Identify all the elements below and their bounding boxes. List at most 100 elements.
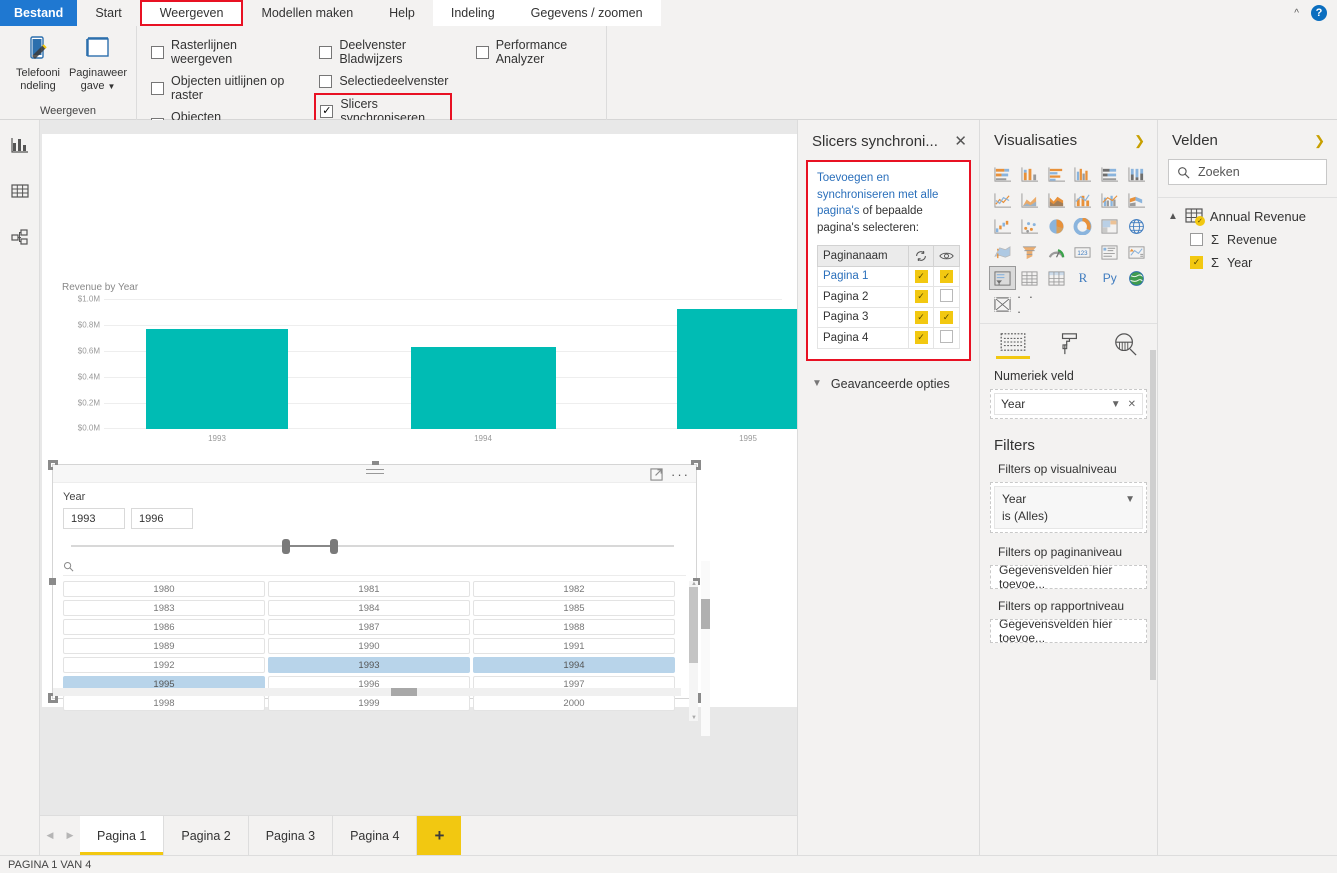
year-cell-1993[interactable]: 1993 (268, 657, 470, 673)
year-cell-2000[interactable]: 2000 (473, 695, 675, 711)
scrollbar-thumb[interactable] (391, 688, 417, 696)
year-cell-1998[interactable]: 1998 (63, 695, 265, 711)
visible-checkbox-3[interactable]: ✓ (934, 307, 960, 327)
chevron-down-icon[interactable]: ▼ (1111, 399, 1121, 410)
checkbox-box[interactable] (151, 82, 164, 95)
tab-bestand[interactable]: Bestand (0, 0, 77, 26)
checkbox-performance-analyzer[interactable]: Performance Analyzer (476, 38, 598, 66)
checkbox-objecten-uitlijnen-op-raster[interactable]: Objecten uitlijnen op raster (151, 74, 295, 102)
checkbox-rasterlijnen-weergeven[interactable]: Rasterlijnen weergeven (151, 38, 295, 66)
year-cell-1989[interactable]: 1989 (63, 638, 265, 654)
kpi-icon[interactable] (1124, 241, 1149, 263)
checkbox-selectiedeelvenster[interactable]: Selectiedeelvenster (319, 74, 451, 88)
table-icon[interactable] (1017, 267, 1042, 289)
report-view-icon[interactable] (5, 130, 35, 160)
close-icon[interactable]: ✕ (1128, 399, 1136, 410)
stacked-bar-chart-icon[interactable] (990, 163, 1015, 185)
arcgis-map-icon[interactable] (1124, 267, 1149, 289)
tab-modellen-maken[interactable]: Modellen maken (243, 0, 371, 26)
slicer-range-min-input[interactable]: 1993 (63, 508, 125, 529)
field-well[interactable]: Year ▼ ✕ (990, 389, 1147, 419)
bar-1995[interactable] (677, 309, 797, 429)
tab-analytics[interactable] (1108, 332, 1142, 359)
year-cell-1984[interactable]: 1984 (268, 600, 470, 616)
100-stacked-bar-chart-icon[interactable] (1097, 163, 1122, 185)
clustered-bar-chart-icon[interactable] (1044, 163, 1069, 185)
drag-handle-icon[interactable] (366, 469, 384, 477)
sync-checkbox-2[interactable]: ✓ (909, 286, 934, 307)
clustered-column-chart-icon[interactable] (1071, 163, 1096, 185)
waterfall-chart-icon[interactable] (990, 215, 1015, 237)
ribbon-chart-icon[interactable] (1124, 189, 1149, 211)
revenue-by-year-chart[interactable]: Revenue by Year $1.0M $0.8M $0.6M $0.4M … (62, 282, 782, 437)
multi-row-card-icon[interactable] (1097, 241, 1122, 263)
sync-checkbox-1[interactable]: ✓ (909, 266, 934, 286)
page-tab-pagina-1[interactable]: Pagina 1 (80, 816, 164, 855)
checkbox-box[interactable] (319, 75, 332, 88)
slicer-horizontal-scrollbar[interactable] (53, 688, 681, 696)
chevron-up-icon[interactable]: ^ (1294, 8, 1299, 19)
map-icon[interactable] (1124, 215, 1149, 237)
page-level-filter-dropzone[interactable]: Gegevensvelden hier toevoe... (990, 565, 1147, 589)
tab-weergeven[interactable]: Weergeven (140, 0, 244, 26)
chevron-right-icon[interactable]: ❯ (1314, 133, 1325, 149)
add-page-button[interactable]: + (417, 816, 461, 855)
gauge-icon[interactable] (1044, 241, 1069, 263)
prev-page-icon[interactable]: ◀ (40, 816, 60, 855)
data-view-icon[interactable] (5, 176, 35, 206)
year-cell-1988[interactable]: 1988 (473, 619, 675, 635)
phone-layout-button[interactable]: Telefoonindeling (8, 30, 68, 92)
visible-checkbox-4[interactable] (934, 327, 960, 348)
more-options-icon[interactable]: ··· (671, 467, 690, 482)
help-icon[interactable]: ? (1311, 5, 1327, 21)
year-cell-1986[interactable]: 1986 (63, 619, 265, 635)
chevron-down-icon[interactable]: ▼ (108, 82, 116, 91)
tab-help[interactable]: Help (371, 0, 433, 26)
page-view-button[interactable]: Paginaweergave ▼ (68, 30, 128, 92)
year-cell-1983[interactable]: 1983 (63, 600, 265, 616)
scatter-chart-icon[interactable] (1017, 215, 1042, 237)
visualizations-panel-scrollbar[interactable] (1150, 350, 1156, 680)
checkbox-box[interactable] (319, 46, 332, 59)
page-tab-pagina-2[interactable]: Pagina 2 (164, 816, 248, 855)
year-cell-1982[interactable]: 1982 (473, 581, 675, 597)
year-cell-1991[interactable]: 1991 (473, 638, 675, 654)
slider-knob-min[interactable] (282, 539, 290, 554)
scrollbar-thumb[interactable] (689, 587, 698, 663)
tab-fields[interactable] (996, 332, 1030, 359)
checkbox-box-checked[interactable]: ✓ (320, 105, 333, 118)
card-icon[interactable]: 123 (1071, 241, 1096, 263)
tab-gegevens-zoomen[interactable]: Gegevens / zoomen (513, 0, 661, 26)
python-visual-icon[interactable]: Py (1097, 267, 1122, 289)
next-page-icon[interactable]: ▶ (60, 816, 80, 855)
year-cell-1985[interactable]: 1985 (473, 600, 675, 616)
100-stacked-column-chart-icon[interactable] (1124, 163, 1149, 185)
tab-indeling[interactable]: Indeling (433, 0, 513, 26)
chevron-down-icon[interactable]: ▼ (1125, 494, 1135, 505)
year-list-scrollbar[interactable]: ▲ ▼ (689, 581, 698, 721)
slicer-range-max-input[interactable]: 1996 (131, 508, 193, 529)
checkbox-box[interactable] (476, 46, 489, 59)
page-tab-pagina-3[interactable]: Pagina 3 (249, 816, 333, 855)
chevron-right-icon[interactable]: ❯ (1134, 133, 1145, 149)
visible-checkbox-1[interactable]: ✓ (934, 266, 960, 286)
advanced-options-toggle[interactable]: ▼ Geavanceerde opties (798, 361, 979, 391)
year-cell-1980[interactable]: 1980 (63, 581, 265, 597)
year-cell-1992[interactable]: 1992 (63, 657, 265, 673)
report-level-filter-dropzone[interactable]: Gegevensvelden hier toevoe... (990, 619, 1147, 643)
area-chart-icon[interactable] (1017, 189, 1042, 211)
fields-search-input[interactable]: Zoeken (1168, 159, 1327, 185)
donut-chart-icon[interactable] (1071, 215, 1096, 237)
year-cell-1990[interactable]: 1990 (268, 638, 470, 654)
treemap-icon[interactable] (1097, 215, 1122, 237)
visible-checkbox-2[interactable] (934, 286, 960, 307)
chevron-down-icon[interactable]: ▼ (812, 378, 822, 389)
field-checkbox[interactable] (1190, 233, 1203, 246)
r-visual-icon[interactable]: R (1071, 267, 1096, 289)
field-table-annual-revenue[interactable]: ▲ ✓ Annual Revenue (1158, 198, 1337, 224)
stacked-area-chart-icon[interactable] (1044, 189, 1069, 211)
year-cell-1994[interactable]: 1994 (473, 657, 675, 673)
sync-checkbox-3[interactable]: ✓ (909, 307, 934, 327)
field-year[interactable]: ✓ Σ Year (1158, 247, 1337, 270)
page-tab-pagina-4[interactable]: Pagina 4 (333, 816, 417, 855)
